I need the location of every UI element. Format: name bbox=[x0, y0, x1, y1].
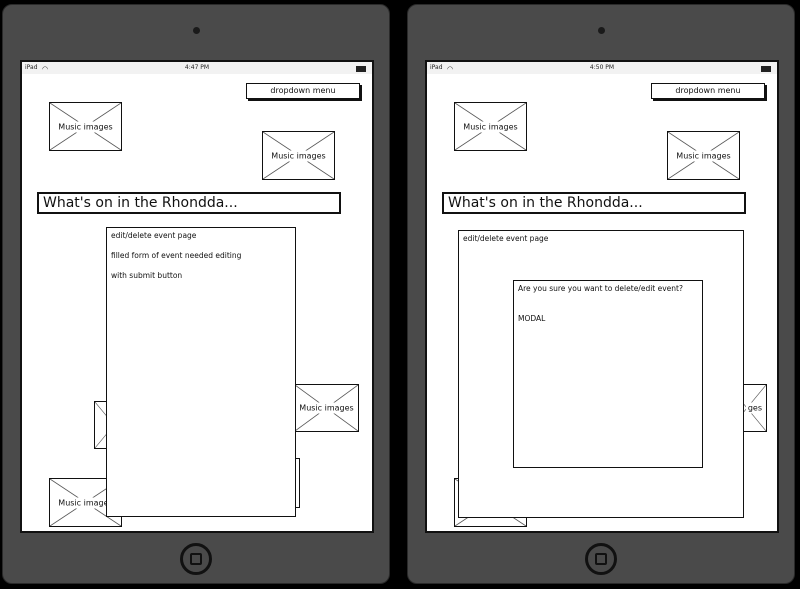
camera-dot bbox=[193, 27, 200, 34]
page-title: What's on in the Rhondda... bbox=[442, 192, 746, 214]
music-image-placeholder: Music images bbox=[454, 102, 527, 151]
modal-question: Are you sure you want to delete/edit eve… bbox=[518, 284, 683, 293]
edit-event-panel[interactable]: edit/delete event page filled form of ev… bbox=[106, 227, 296, 517]
status-bar: iPad ◠ 4:47 PM bbox=[22, 62, 372, 74]
status-time: 4:50 PM bbox=[589, 64, 615, 71]
image-label: ges bbox=[745, 402, 764, 414]
status-time: 4:47 PM bbox=[184, 64, 210, 71]
image-label: Music images bbox=[297, 402, 356, 414]
home-button[interactable] bbox=[585, 543, 617, 575]
image-label: Music images bbox=[269, 150, 328, 161]
home-square-icon bbox=[595, 553, 607, 565]
battery-icon bbox=[356, 66, 366, 72]
image-label: Music images bbox=[461, 121, 520, 132]
camera-dot bbox=[598, 27, 605, 34]
image-label: Music images bbox=[56, 121, 115, 132]
screen-right: iPad ◠ 4:50 PM dropdown menu Music image… bbox=[425, 60, 779, 533]
status-bar: iPad ◠ 4:50 PM bbox=[427, 62, 777, 74]
music-image-placeholder: Music images bbox=[667, 131, 740, 180]
page-title: What's on in the Rhondda... bbox=[37, 192, 341, 214]
home-button[interactable] bbox=[180, 543, 212, 575]
tablet-frame-left: iPad ◠ 4:47 PM dropdown menu Music image… bbox=[2, 4, 390, 584]
panel-text-form: filled form of event needed editing bbox=[111, 251, 242, 260]
panel-heading: edit/delete event page bbox=[111, 231, 197, 240]
modal-label: MODAL bbox=[518, 314, 546, 323]
screen-left: iPad ◠ 4:47 PM dropdown menu Music image… bbox=[20, 60, 374, 533]
music-image-placeholder: Music images bbox=[49, 102, 122, 151]
panel-heading: edit/delete event page bbox=[463, 234, 549, 243]
dropdown-menu-button[interactable]: dropdown menu bbox=[651, 83, 765, 99]
panel-text-submit: with submit button bbox=[111, 271, 183, 280]
tablet-frame-right: iPad ◠ 4:50 PM dropdown menu Music image… bbox=[407, 4, 795, 584]
image-label: Music images bbox=[674, 150, 733, 161]
confirm-modal[interactable]: Are you sure you want to delete/edit eve… bbox=[513, 280, 703, 468]
music-image-placeholder: Music images bbox=[294, 384, 359, 432]
dropdown-menu-button[interactable]: dropdown menu bbox=[246, 83, 360, 99]
music-image-placeholder: Music images bbox=[262, 131, 335, 180]
battery-icon bbox=[761, 66, 771, 72]
home-square-icon bbox=[190, 553, 202, 565]
